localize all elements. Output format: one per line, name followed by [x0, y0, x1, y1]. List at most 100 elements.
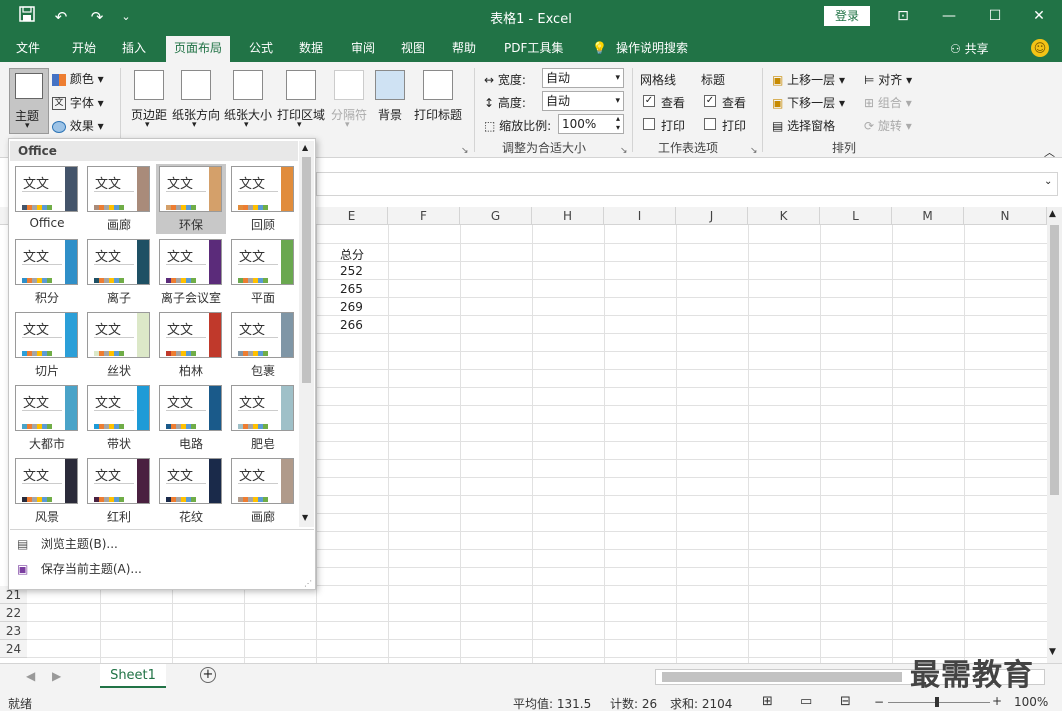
column-header[interactable]: K: [748, 207, 820, 225]
theme-option[interactable]: 文文 回顾: [228, 164, 298, 234]
ribbon-display-options-icon[interactable]: ⊡: [880, 4, 926, 28]
theme-option[interactable]: 文文 环保: [156, 164, 226, 234]
headings-view-checkbox[interactable]: ✓: [704, 95, 716, 107]
scale-launcher-icon[interactable]: ↘: [620, 146, 628, 156]
theme-option[interactable]: 文文 Office: [12, 164, 82, 234]
themes-button[interactable]: 主题 ▾: [9, 68, 49, 134]
normal-view-icon[interactable]: ⊞: [762, 694, 773, 709]
collapse-ribbon-icon[interactable]: ︿: [1044, 144, 1055, 160]
tell-me-search[interactable]: 操作说明搜索: [616, 39, 688, 62]
page-break-view-icon[interactable]: ⊟: [840, 694, 851, 709]
headings-print-checkbox[interactable]: [704, 118, 716, 130]
column-header[interactable]: F: [388, 207, 460, 225]
selection-pane-button[interactable]: ▤ 选择窗格: [772, 117, 835, 134]
zoom-out-icon[interactable]: −: [874, 695, 884, 709]
size-button[interactable]: 纸张大小 ▾: [224, 68, 272, 138]
theme-option[interactable]: 文文 柏林: [156, 310, 226, 380]
column-header[interactable]: M: [892, 207, 964, 225]
theme-option[interactable]: 文文 肥皂: [228, 383, 298, 453]
tab-review[interactable]: 审阅: [351, 39, 375, 62]
next-sheet-icon[interactable]: ▶: [52, 669, 61, 683]
resize-grip-icon[interactable]: ⋰: [304, 579, 312, 588]
bring-forward-button[interactable]: ▣ 上移一层 ▾: [772, 71, 845, 88]
tab-home[interactable]: 开始: [72, 39, 96, 62]
minimize-button[interactable]: —: [926, 4, 972, 28]
orientation-button[interactable]: 纸张方向 ▾: [172, 68, 220, 138]
hscroll-thumb[interactable]: [662, 672, 902, 682]
theme-option[interactable]: 文文 红利: [84, 456, 154, 526]
theme-option[interactable]: 文文 画廊: [228, 456, 298, 526]
column-header[interactable]: I: [604, 207, 676, 225]
vertical-scrollbar[interactable]: ▲ ▼: [1047, 207, 1062, 663]
scroll-up-icon[interactable]: ▲: [302, 143, 308, 152]
column-header[interactable]: N: [964, 207, 1047, 225]
theme-option[interactable]: 文文 电路: [156, 383, 226, 453]
formula-input[interactable]: [316, 172, 1058, 196]
theme-option[interactable]: 文文 花纹: [156, 456, 226, 526]
zoom-in-icon[interactable]: +: [992, 694, 1002, 708]
add-sheet-icon[interactable]: +: [200, 667, 216, 683]
row-header[interactable]: 24: [0, 640, 27, 658]
colors-button[interactable]: 颜色 ▾: [52, 70, 104, 87]
scroll-down-icon[interactable]: ▼: [302, 513, 308, 522]
tab-file[interactable]: 文件: [16, 39, 40, 62]
theme-option[interactable]: 文文 离子: [84, 237, 154, 307]
maximize-button[interactable]: ☐: [972, 4, 1018, 28]
theme-option[interactable]: 文文 积分: [12, 237, 82, 307]
theme-option[interactable]: 文文 风景: [12, 456, 82, 526]
scroll-up-icon[interactable]: ▲: [1049, 209, 1056, 219]
tab-help[interactable]: 帮助: [452, 39, 476, 62]
cell-header-total[interactable]: 总分: [340, 246, 364, 263]
margins-button[interactable]: 页边距 ▾: [128, 68, 170, 138]
sheet-options-launcher-icon[interactable]: ↘: [750, 146, 758, 156]
zoom-slider-thumb[interactable]: [935, 697, 939, 707]
login-button[interactable]: 登录: [824, 6, 870, 26]
scroll-down-icon[interactable]: ▼: [1049, 647, 1056, 657]
tab-formulas[interactable]: 公式: [249, 39, 273, 62]
zoom-slider[interactable]: [888, 702, 990, 703]
tab-insert[interactable]: 插入: [122, 39, 146, 62]
tab-pdf-tools[interactable]: PDF工具集: [504, 39, 563, 62]
feedback-smiley-icon[interactable]: ☺: [1031, 39, 1049, 57]
page-layout-view-icon[interactable]: ▭: [800, 694, 812, 709]
prev-sheet-icon[interactable]: ◀: [26, 669, 35, 683]
print-area-button[interactable]: 打印区域 ▾: [276, 68, 326, 138]
browse-themes-item[interactable]: ▤ 浏览主题(B)...: [17, 535, 118, 552]
align-button[interactable]: ⊨ 对齐 ▾: [864, 71, 912, 88]
save-theme-item[interactable]: ▣ 保存当前主题(A)...: [17, 560, 142, 577]
theme-option[interactable]: 文文 丝状: [84, 310, 154, 380]
cell-value[interactable]: 266: [340, 318, 363, 332]
theme-option[interactable]: 文文 平面: [228, 237, 298, 307]
column-header[interactable]: G: [460, 207, 532, 225]
cell-value[interactable]: 269: [340, 300, 363, 314]
spinner-arrows-icon[interactable]: ▴ ▾: [616, 114, 620, 132]
tab-view[interactable]: 视图: [401, 39, 425, 62]
column-header[interactable]: H: [532, 207, 604, 225]
gridlines-view-checkbox[interactable]: ✓: [643, 95, 655, 107]
cell-value[interactable]: 265: [340, 282, 363, 296]
scale-spinner[interactable]: 100% ▴ ▾: [558, 114, 624, 134]
rotate-button[interactable]: ⟳ 旋转 ▾: [864, 117, 912, 134]
theme-option[interactable]: 文文 包裹: [228, 310, 298, 380]
row-header[interactable]: 23: [0, 622, 27, 640]
theme-option[interactable]: 文文 画廊: [84, 164, 154, 234]
share-button[interactable]: ⚇ 共享: [950, 40, 989, 57]
background-button[interactable]: 背景: [374, 68, 406, 138]
close-button[interactable]: ✕: [1016, 4, 1062, 28]
tab-page-layout[interactable]: 页面布局: [166, 36, 231, 62]
row-header[interactable]: 22: [0, 604, 27, 622]
expand-formula-bar-icon[interactable]: ⌄: [1044, 176, 1052, 187]
theme-option[interactable]: 文文 大都市: [12, 383, 82, 453]
theme-option[interactable]: 文文 切片: [12, 310, 82, 380]
column-header[interactable]: J: [676, 207, 748, 225]
breaks-button[interactable]: 分隔符 ▾: [330, 68, 368, 138]
fonts-button[interactable]: 文 字体 ▾: [52, 94, 104, 111]
group-button[interactable]: ⊞ 组合 ▾: [864, 94, 912, 111]
width-select[interactable]: 自动 ▾: [542, 68, 624, 88]
zoom-level[interactable]: 100%: [1014, 695, 1048, 709]
sheet-tab-sheet1[interactable]: Sheet1: [100, 664, 166, 688]
page-setup-launcher-icon[interactable]: ↘: [461, 146, 469, 156]
column-header[interactable]: L: [820, 207, 892, 225]
print-titles-button[interactable]: 打印标题: [412, 68, 464, 138]
column-header[interactable]: E: [316, 207, 388, 225]
